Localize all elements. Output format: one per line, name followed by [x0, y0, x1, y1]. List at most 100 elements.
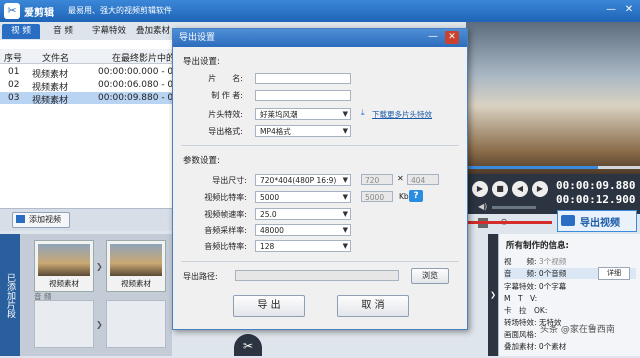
- row-range: 00:00:06.080 - 0: [98, 80, 172, 90]
- tab-audio[interactable]: 音 频: [44, 24, 82, 39]
- chevron-right-icon: ❯: [96, 262, 103, 271]
- app-name: 爱剪辑: [24, 8, 54, 19]
- piece-name-label: 片 名:: [208, 74, 243, 83]
- browse-button[interactable]: 浏览: [411, 268, 449, 284]
- export-icon: [561, 215, 575, 226]
- height-input[interactable]: 404: [407, 174, 439, 185]
- col-index-header: 序号: [4, 54, 23, 64]
- row-range: 00:00:00.000 - 0: [98, 67, 172, 77]
- next-frame-icon[interactable]: ▶: [532, 181, 548, 197]
- video-bitrate-select[interactable]: 5000 ▼: [255, 191, 351, 203]
- chevron-right-icon: ❯: [96, 320, 103, 329]
- intro-effect-label: 片头特效:: [208, 110, 243, 119]
- divider: [181, 145, 459, 146]
- play-icon[interactable]: ▶: [472, 181, 488, 197]
- col-name-header: 文件名: [42, 54, 70, 64]
- current-time: 00:00:09.880: [556, 179, 636, 192]
- progress-track[interactable]: [466, 166, 640, 169]
- table-row[interactable]: 01 视频素材 00:00:00.000 - 0: [0, 66, 172, 80]
- export-format-label: 导出格式:: [208, 127, 243, 136]
- close-icon[interactable]: ✕: [445, 31, 459, 44]
- frame-rate-label: 视频帧速率:: [204, 210, 247, 219]
- tab-bar: 视 频 音 频 字幕特效 叠加素材: [0, 22, 172, 41]
- dialog-minimize-icon[interactable]: —: [427, 31, 439, 43]
- close-window-icon[interactable]: ✕: [622, 3, 636, 17]
- export-path-label: 导出路径:: [183, 272, 218, 281]
- sample-rate-select[interactable]: 48000 ▼: [255, 224, 351, 236]
- export-size-label: 导出尺寸:: [212, 176, 247, 185]
- row-index: 03: [8, 93, 20, 103]
- export-video-button[interactable]: 导出视频: [557, 210, 637, 232]
- download-icon: ⤓: [361, 108, 365, 117]
- clip-image: [110, 244, 162, 276]
- row-range: 00:00:09.880 - 0: [98, 93, 172, 103]
- producer-input[interactable]: [255, 90, 351, 101]
- annotation-arrow: [458, 221, 552, 224]
- clip-thumbnail[interactable]: 视频素材: [106, 240, 166, 292]
- tab-overlay[interactable]: 叠加素材: [134, 24, 172, 39]
- volume-slider[interactable]: [492, 206, 536, 209]
- add-video-button[interactable]: 添加视频: [12, 212, 70, 228]
- info-row-subtitle: 字幕特效: 0个字幕: [504, 282, 567, 291]
- row-index: 02: [8, 80, 20, 90]
- title-bar: ✂ 爱剪辑 最易用、强大的视频剪辑软件 — ✕: [0, 0, 640, 22]
- video-bitrate-label: 视频比特率:: [204, 193, 247, 202]
- col-range-header: 在最终影片中的: [112, 54, 172, 64]
- scissors-icon[interactable]: ✂: [234, 334, 262, 356]
- audio-slot[interactable]: [106, 300, 166, 348]
- chevron-down-icon: ▼: [342, 110, 348, 118]
- table-row[interactable]: 02 视频素材 00:00:06.080 - 0: [0, 79, 172, 93]
- export-path-input[interactable]: [235, 270, 399, 281]
- info-row-video: 视 频: 3个视频: [504, 257, 567, 266]
- export-format-select[interactable]: MP4格式 ▼: [255, 125, 351, 137]
- collapse-arrow-icon[interactable]: ❯: [488, 234, 498, 356]
- help-icon[interactable]: ?: [409, 190, 423, 202]
- export-settings-dialog: 导出设置 — ✕ 导出设置: 片 名: 制 作 者: 片头特效: 好莱坞风潮 ▼ …: [172, 28, 468, 330]
- divider: [181, 261, 459, 262]
- export-section-title: 导出设置:: [183, 57, 220, 67]
- added-clips-label: 已添加片段: [0, 234, 20, 356]
- chevron-down-icon: ▼: [342, 242, 348, 250]
- frame-rate-select[interactable]: 25.0 ▼: [255, 208, 351, 220]
- audio-bitrate-select[interactable]: 128 ▼: [255, 240, 351, 252]
- info-row-karaoke: 卡 拉 OK:: [504, 306, 548, 315]
- video-preview: [466, 22, 640, 174]
- info-title: 所有制作的信息:: [506, 241, 569, 251]
- progress-fill: [466, 166, 599, 169]
- info-row-style: 画面风格:: [504, 330, 537, 339]
- width-input[interactable]: 720: [361, 174, 393, 185]
- audio-bitrate-label: 音频比特率:: [204, 242, 247, 251]
- bitrate-input[interactable]: 5000: [361, 191, 393, 202]
- watermark: 头条 @家在鲁西南: [540, 325, 615, 335]
- producer-label: 制 作 者:: [211, 91, 243, 100]
- film-icon: [16, 215, 25, 223]
- volume-icon[interactable]: ◀): [478, 202, 487, 211]
- info-row-overlay: 叠加素材: 0个素材: [504, 342, 567, 351]
- export-button[interactable]: 导 出: [233, 295, 305, 317]
- export-video-label: 导出视频: [580, 218, 620, 229]
- chevron-down-icon: ▼: [342, 210, 348, 218]
- dialog-title-bar: 导出设置 — ✕: [173, 29, 467, 47]
- total-time: 00:00:12.900: [556, 193, 636, 206]
- prev-frame-icon[interactable]: ◀: [512, 181, 528, 197]
- cancel-button[interactable]: 取 消: [337, 295, 409, 317]
- piece-name-input[interactable]: [255, 73, 351, 84]
- scissors-logo-icon: ✂: [4, 3, 20, 19]
- clip-label: 视频素材: [121, 279, 151, 288]
- download-more-link[interactable]: 下载更多片头特效: [372, 109, 432, 120]
- tab-video[interactable]: 视 频: [2, 24, 40, 39]
- add-video-label: 添加视频: [29, 215, 61, 224]
- export-size-select[interactable]: 720*404(480P 16:9) ▼: [255, 174, 351, 186]
- info-row-mtv: M T V:: [504, 294, 538, 303]
- chevron-down-icon: ▼: [342, 226, 348, 234]
- app-slogan: 最易用、强大的视频剪辑软件: [68, 6, 172, 15]
- audio-slot[interactable]: [34, 300, 94, 348]
- intro-effect-select[interactable]: 好莱坞风潮 ▼: [255, 108, 351, 120]
- clip-thumbnail[interactable]: 视频素材: [34, 240, 94, 292]
- table-row-selected[interactable]: 03 视频素材 00:00:09.880 - 0: [0, 92, 172, 106]
- minimize-icon[interactable]: —: [604, 3, 618, 17]
- row-index: 01: [8, 67, 20, 77]
- tab-subtitle-effects[interactable]: 字幕特效: [86, 24, 132, 39]
- detail-button[interactable]: 详细: [598, 267, 630, 280]
- stop-icon[interactable]: ■: [492, 181, 508, 197]
